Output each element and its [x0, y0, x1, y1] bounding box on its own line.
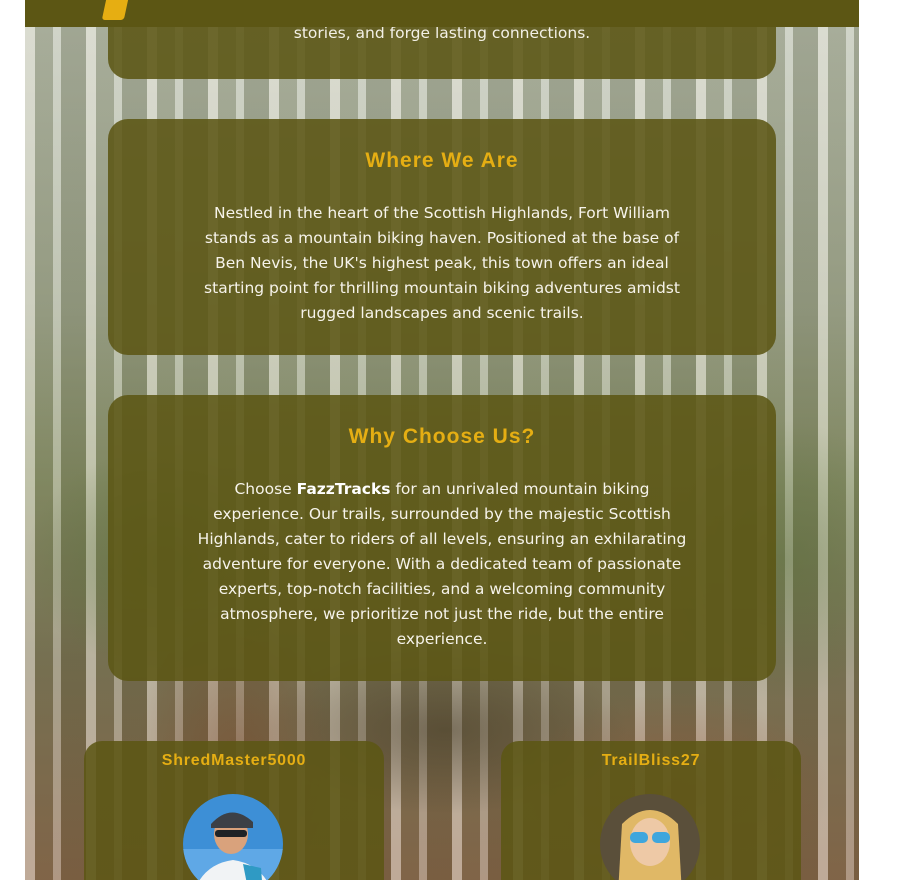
why-text-after: for an unrivaled mountain biking experie…	[197, 480, 687, 648]
why-choose-us-heading: Why Choose Us?	[348, 425, 536, 448]
page-background: stories, and forge lasting connections. …	[25, 0, 859, 880]
rider-sunglasses-avatar-icon	[600, 794, 700, 880]
review-card: ShredMaster5000	[84, 741, 384, 880]
review-card: TrailBliss27	[501, 741, 801, 880]
why-text-before: Choose	[234, 480, 297, 498]
where-we-are-card: Where We Are Nestled in the heart of the…	[108, 119, 776, 355]
logo-mark[interactable]	[101, 0, 131, 20]
top-navbar	[25, 0, 859, 27]
where-we-are-text: Nestled in the heart of the Scottish Hig…	[204, 204, 680, 322]
where-we-are-heading: Where We Are	[365, 149, 519, 172]
review-username: ShredMaster5000	[161, 752, 307, 769]
cyclist-avatar-icon	[183, 794, 283, 880]
why-choose-us-card: Why Choose Us? Choose FazzTracks for an …	[108, 395, 776, 681]
why-choose-us-text: Choose FazzTracks for an unrivaled mount…	[192, 477, 692, 652]
brand-name: FazzTracks	[296, 480, 391, 498]
review-username: TrailBliss27	[601, 752, 701, 769]
